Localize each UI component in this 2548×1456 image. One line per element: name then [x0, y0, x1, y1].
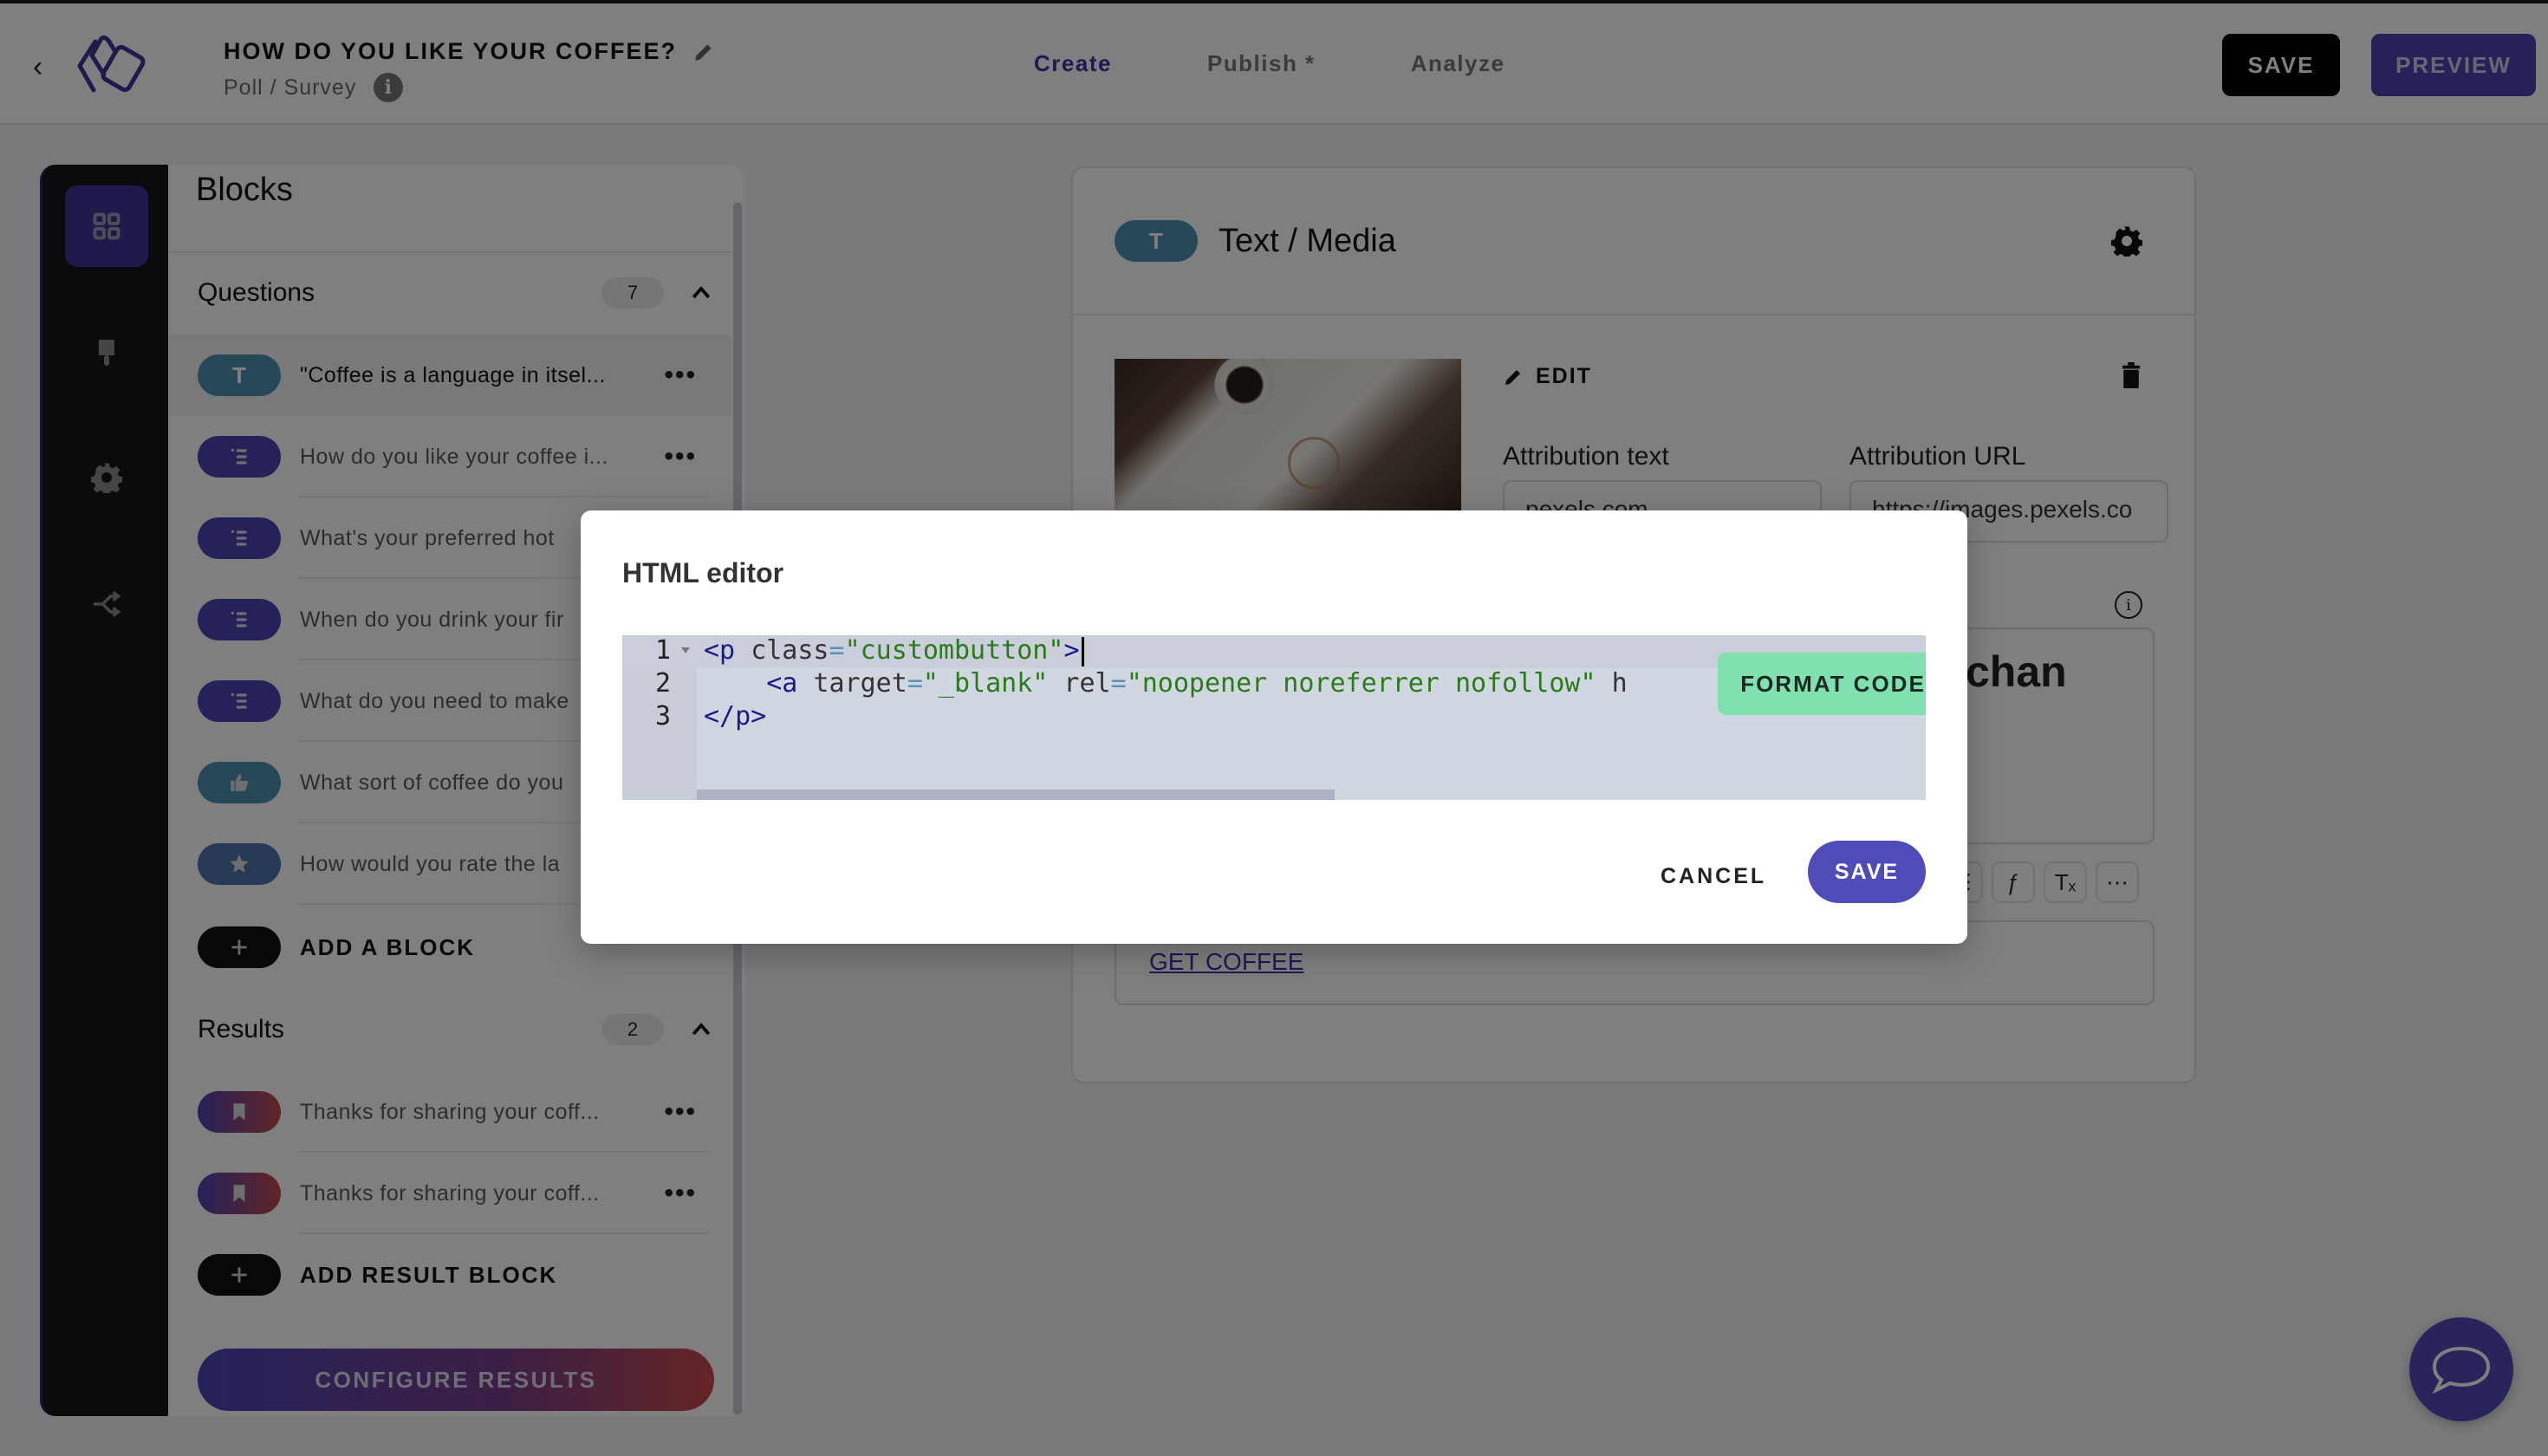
code-token-tag: <p — [704, 635, 751, 666]
code-token-attr: class — [751, 635, 829, 666]
html-editor-modal: HTML editor 1 2 3 <p class="custombutton… — [581, 510, 1967, 944]
code-token-attr: rel — [1048, 668, 1111, 699]
code-token-tag: </p> — [704, 701, 767, 731]
code-token-eq: = — [829, 635, 845, 666]
code-line[interactable]: <p class="custombutton"> — [704, 635, 1084, 666]
modal-save-button[interactable]: SAVE — [1808, 841, 1926, 903]
code-token-eq: = — [1110, 668, 1127, 699]
code-line[interactable]: </p> — [704, 701, 766, 731]
code-token-attr: h — [1596, 668, 1628, 699]
code-token-tag: <a — [766, 668, 814, 699]
code-token-str: "noopener noreferrer nofollow" — [1126, 668, 1596, 699]
code-token-eq: = — [907, 668, 923, 699]
code-token-str: "_blank" — [922, 668, 1049, 699]
modal-title: HTML editor — [622, 557, 784, 588]
code-token-tag: > — [1063, 635, 1080, 666]
line-number: 3 — [655, 701, 672, 731]
cancel-button[interactable]: CANCEL — [1661, 864, 1766, 889]
text-cursor — [1081, 636, 1084, 666]
code-token-str: "custombutton" — [844, 635, 1064, 666]
code-editor[interactable]: 1 2 3 <p class="custombutton"> <a target… — [622, 635, 1926, 800]
line-number: 2 — [655, 668, 672, 699]
code-token-attr: target — [813, 668, 907, 699]
format-code-button[interactable]: FORMAT CODE — [1718, 653, 1926, 715]
fold-arrow-icon[interactable] — [681, 647, 690, 653]
horizontal-scrollbar[interactable] — [697, 790, 1335, 800]
